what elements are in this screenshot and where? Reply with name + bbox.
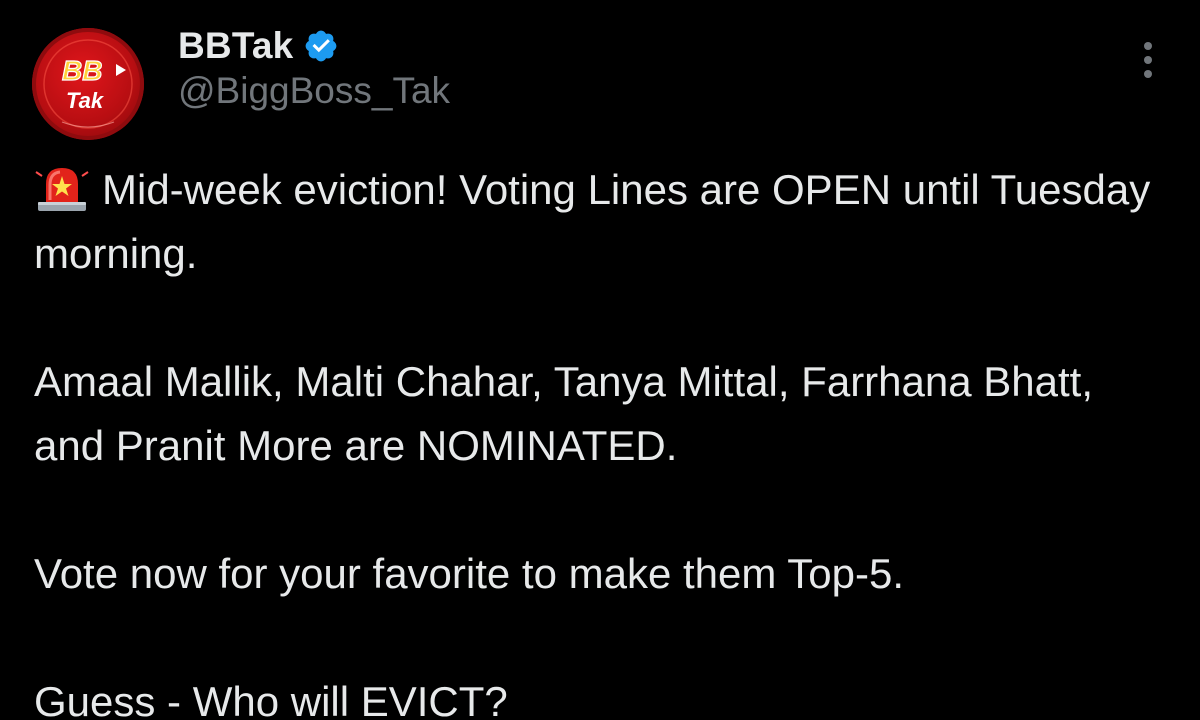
tweet-card: BB Tak BBTak @BiggBoss_Tak Mid-week evic… (0, 0, 1200, 720)
logo-text-bottom: Tak (66, 88, 105, 113)
author-handle[interactable]: @BiggBoss_Tak (178, 70, 450, 112)
tweet-text: Mid-week eviction! Voting Lines are OPEN… (34, 158, 1174, 720)
more-options-button[interactable] (1128, 36, 1168, 84)
tweet-paragraph-2: Amaal Mallik, Malti Chahar, Tanya Mittal… (34, 358, 1094, 469)
verified-badge-icon[interactable] (303, 28, 339, 64)
tweet-line-1: Mid-week eviction! Voting Lines are OPEN… (34, 166, 1151, 277)
display-name[interactable]: BBTak (178, 25, 293, 67)
logo-text-top: BB (62, 55, 102, 86)
more-dot (1144, 56, 1152, 64)
avatar[interactable]: BB Tak (32, 28, 144, 140)
author-name-row: BBTak (178, 22, 339, 70)
tweet-paragraph-4: Guess - Who will EVICT? (34, 678, 508, 720)
more-vertical-icon (1144, 42, 1152, 50)
more-dot (1144, 70, 1152, 78)
tweet-paragraph-1: Mid-week eviction! Voting Lines are OPEN… (34, 158, 1174, 286)
police-light-icon (34, 162, 90, 212)
tweet-paragraph-3: Vote now for your favorite to make them … (34, 550, 905, 597)
bbtak-logo-icon: BB Tak (43, 39, 133, 129)
